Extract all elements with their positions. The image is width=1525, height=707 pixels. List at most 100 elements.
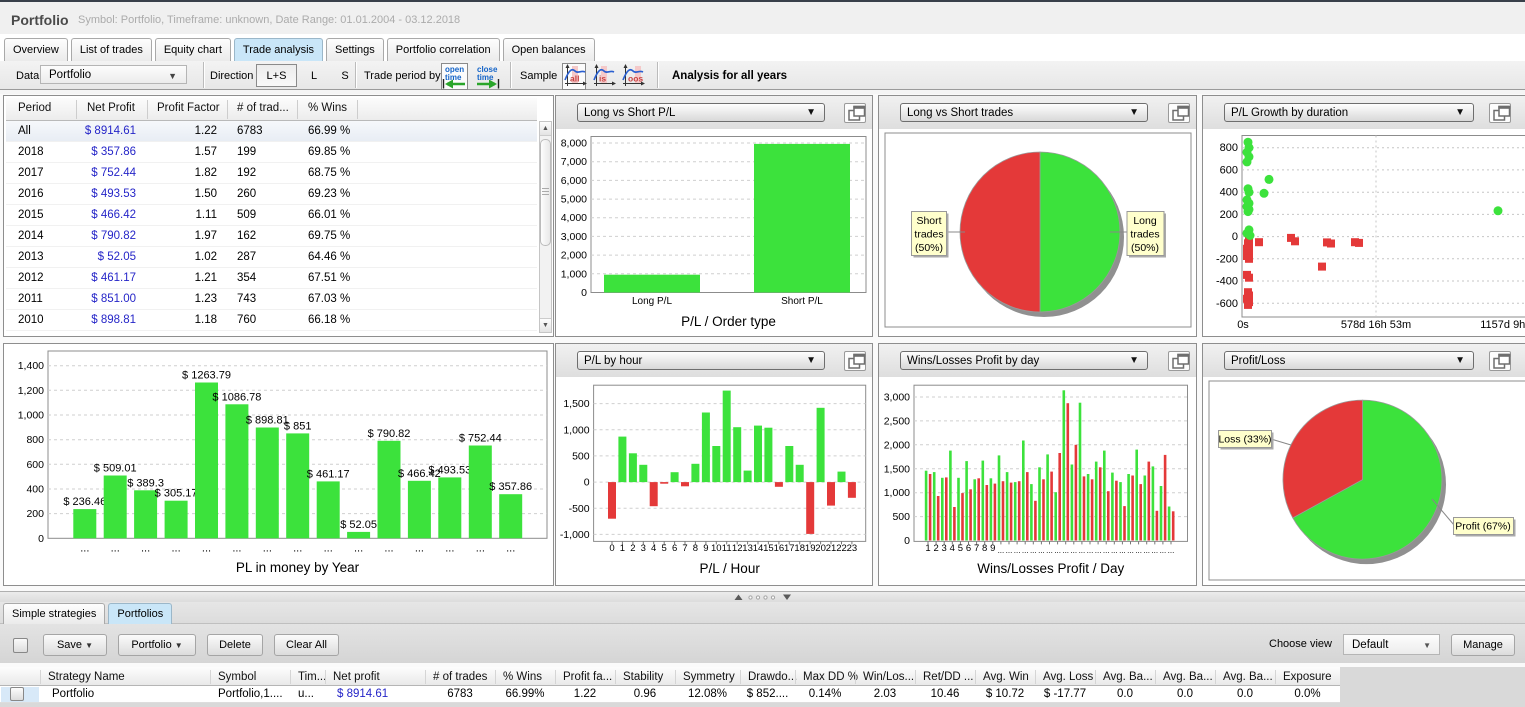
svg-text:trades: trades <box>1130 229 1159 241</box>
svg-text:...: ... <box>111 542 120 554</box>
svg-text:time: time <box>445 73 462 82</box>
svg-text:-400: -400 <box>1216 276 1238 288</box>
svg-text:8,000: 8,000 <box>561 138 587 150</box>
svg-text:PL in money by Year: PL in money by Year <box>236 560 360 575</box>
svg-text:0: 0 <box>1232 231 1238 243</box>
svg-text:...: ... <box>1087 546 1094 555</box>
svg-text:$ 236.46: $ 236.46 <box>63 496 106 508</box>
svg-text:19: 19 <box>805 543 816 554</box>
svg-text:$ 509.01: $ 509.01 <box>94 463 137 475</box>
svg-text:...: ... <box>1143 546 1150 555</box>
svg-text:...: ... <box>1046 546 1053 555</box>
svg-text:1,000: 1,000 <box>884 487 910 499</box>
svg-text:15: 15 <box>763 543 774 554</box>
svg-text:200: 200 <box>26 508 44 520</box>
svg-text:23: 23 <box>847 543 858 554</box>
svg-text:Short P/L: Short P/L <box>781 296 823 307</box>
svg-text:$ 52.05: $ 52.05 <box>340 519 377 531</box>
svg-text:(50%): (50%) <box>915 242 943 254</box>
svg-text:...: ... <box>172 542 181 554</box>
svg-text:8: 8 <box>693 543 698 554</box>
svg-text:600: 600 <box>1220 164 1238 176</box>
svg-text:5: 5 <box>662 543 667 554</box>
svg-text:...: ... <box>324 542 333 554</box>
svg-text:...: ... <box>293 542 302 554</box>
svg-text:...: ... <box>80 542 89 554</box>
svg-text:trades: trades <box>914 229 943 241</box>
svg-text:10: 10 <box>711 543 722 554</box>
svg-text:7,000: 7,000 <box>561 156 587 168</box>
svg-text:800: 800 <box>26 434 44 446</box>
svg-text:0: 0 <box>904 535 910 547</box>
svg-text:18: 18 <box>794 543 805 554</box>
svg-text:500: 500 <box>572 450 590 462</box>
svg-text:7: 7 <box>682 543 687 554</box>
svg-text:16: 16 <box>774 543 785 554</box>
svg-text:...: ... <box>1127 546 1134 555</box>
svg-text:0: 0 <box>38 533 44 545</box>
svg-text:all: all <box>570 74 579 84</box>
svg-text:4: 4 <box>651 543 656 554</box>
svg-text:P/L / Order type: P/L / Order type <box>681 314 776 329</box>
svg-text:...: ... <box>506 542 515 554</box>
svg-text:500: 500 <box>892 511 910 523</box>
svg-text:17: 17 <box>784 543 795 554</box>
svg-text:...: ... <box>1151 546 1158 555</box>
svg-text:3,000: 3,000 <box>884 392 910 404</box>
svg-text:...: ... <box>384 542 393 554</box>
svg-text:$ 357.86: $ 357.86 <box>489 481 532 493</box>
svg-text:...: ... <box>1038 546 1045 555</box>
svg-text:...: ... <box>1062 546 1069 555</box>
svg-text:...: ... <box>1079 546 1086 555</box>
svg-text:Long: Long <box>1133 215 1157 227</box>
svg-text:20: 20 <box>815 543 826 554</box>
svg-text:1,500: 1,500 <box>563 398 589 410</box>
svg-text:...: ... <box>1160 546 1167 555</box>
svg-text:-1,000: -1,000 <box>560 529 590 541</box>
svg-text:...: ... <box>1103 546 1110 555</box>
svg-text:4,000: 4,000 <box>561 212 587 224</box>
svg-text:13: 13 <box>742 543 753 554</box>
svg-text:3,000: 3,000 <box>561 231 587 243</box>
svg-text:...: ... <box>1014 546 1021 555</box>
svg-text:...: ... <box>1168 546 1175 555</box>
svg-text:-200: -200 <box>1216 253 1238 265</box>
svg-text:(50%): (50%) <box>1131 242 1159 254</box>
svg-text:1,200: 1,200 <box>18 385 44 397</box>
svg-text:-500: -500 <box>569 503 590 515</box>
svg-text:400: 400 <box>1220 187 1238 199</box>
svg-text:$ 461.17: $ 461.17 <box>307 468 350 480</box>
svg-text:time: time <box>477 73 494 82</box>
svg-text:Long P/L: Long P/L <box>632 296 672 307</box>
svg-text:600: 600 <box>26 459 44 471</box>
svg-text:$ 305.17: $ 305.17 <box>155 488 198 500</box>
svg-text:2,000: 2,000 <box>884 439 910 451</box>
svg-text:$ 493.53: $ 493.53 <box>428 464 471 476</box>
svg-text:1,000: 1,000 <box>18 410 44 422</box>
svg-text:...: ... <box>415 542 424 554</box>
svg-text:Loss (33%): Loss (33%) <box>1218 434 1271 446</box>
svg-text:P/L / Hour: P/L / Hour <box>700 561 761 576</box>
svg-text:...: ... <box>1119 546 1126 555</box>
svg-text:3: 3 <box>641 543 646 554</box>
svg-text:5: 5 <box>958 543 963 554</box>
svg-text:...: ... <box>354 542 363 554</box>
svg-text:...: ... <box>998 546 1005 555</box>
svg-text:$ 752.44: $ 752.44 <box>459 433 502 445</box>
svg-text:...: ... <box>1022 546 1029 555</box>
svg-text:...: ... <box>1095 546 1102 555</box>
svg-text:2,500: 2,500 <box>884 415 910 427</box>
svg-text:1,400: 1,400 <box>18 360 44 372</box>
svg-text:4: 4 <box>950 543 955 554</box>
svg-text:6,000: 6,000 <box>561 175 587 187</box>
svg-text:...: ... <box>141 542 150 554</box>
svg-text:is: is <box>599 74 606 84</box>
svg-text:$ 898.81: $ 898.81 <box>246 415 289 427</box>
svg-text:...: ... <box>1111 546 1118 555</box>
svg-text:2: 2 <box>933 543 938 554</box>
svg-text:6: 6 <box>966 543 971 554</box>
svg-text:578d 16h 53m: 578d 16h 53m <box>1341 319 1411 331</box>
svg-text:400: 400 <box>26 484 44 496</box>
svg-text:-600: -600 <box>1216 298 1238 310</box>
svg-text:...: ... <box>1006 546 1013 555</box>
